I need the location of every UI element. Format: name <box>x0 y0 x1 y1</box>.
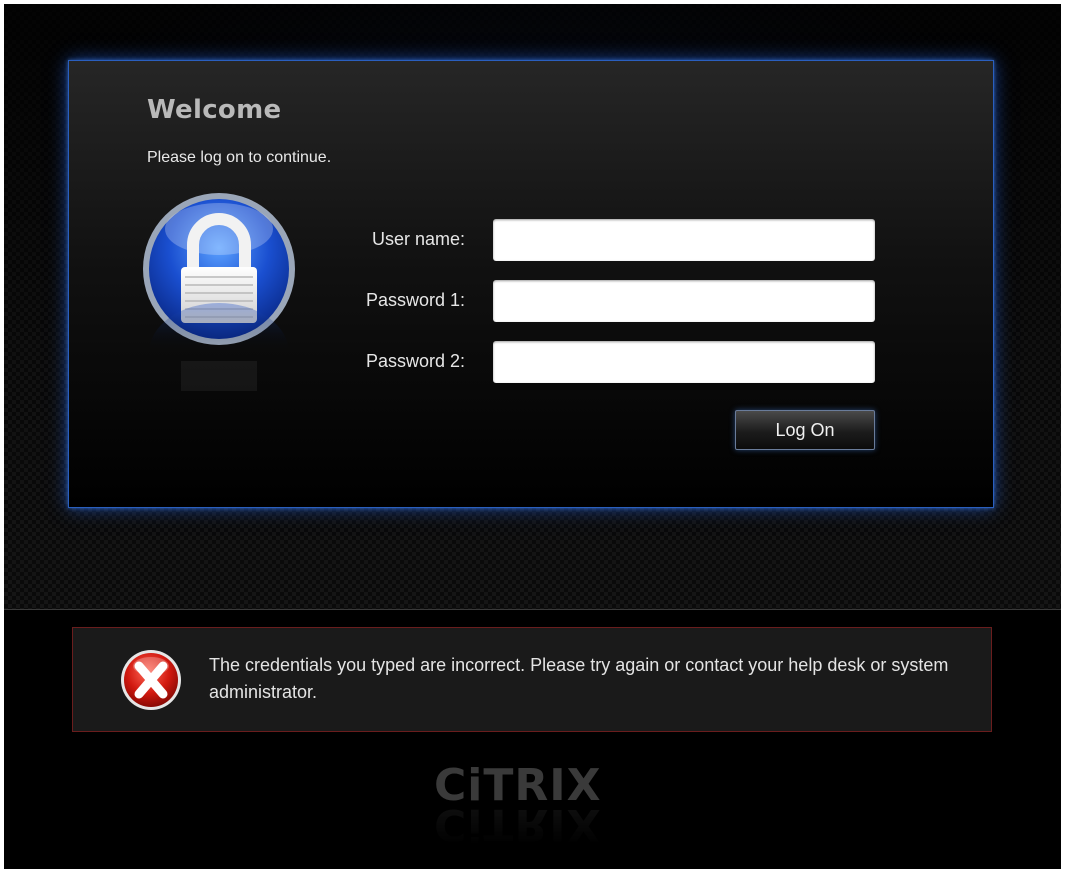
padlock-icon <box>143 193 295 391</box>
error-message-box: The credentials you typed are incorrect.… <box>72 627 992 732</box>
page-subtitle: Please log on to continue. <box>147 149 332 166</box>
error-x-icon <box>121 650 181 710</box>
username-input[interactable] <box>493 219 875 261</box>
password2-input[interactable] <box>493 341 875 383</box>
password2-label: Password 2: <box>365 351 465 371</box>
citrix-logo: CiTRIX CiTRIX <box>434 764 614 854</box>
page-title: Welcome <box>147 95 282 125</box>
password1-label: Password 1: <box>365 290 465 310</box>
login-screen: Welcome Please log on to continue. User … <box>4 4 1061 869</box>
log-on-button[interactable]: Log On <box>735 410 875 450</box>
username-label: User name: <box>371 229 465 249</box>
login-panel: Welcome Please log on to continue. User … <box>68 60 994 508</box>
password1-input[interactable] <box>493 280 875 322</box>
logo-reflection: CiTRIX <box>434 799 602 850</box>
error-text: The credentials you typed are incorrect.… <box>209 655 949 702</box>
divider <box>4 609 1061 610</box>
